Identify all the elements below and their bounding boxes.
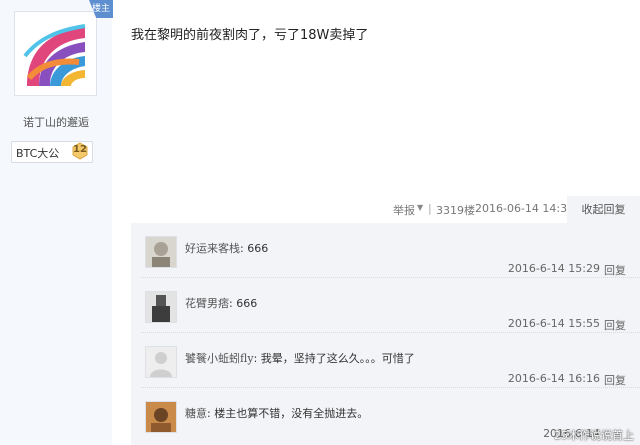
fan-badge[interactable]: BTC大公 12 <box>11 141 93 163</box>
comment-text: 饕餮小蚯蚓fly: 我晕，坚持了这么久。。。可惜了 <box>185 352 415 365</box>
avatar-image <box>19 16 92 91</box>
author-sidebar: 楼主 诺丁山的邂逅 BTC大公 12 <box>0 0 113 445</box>
comment-text: 好运来客栈: 666 <box>185 242 269 255</box>
comment-time: 2016-6-14 15:29 <box>507 262 600 275</box>
fan-badge-label: BTC大公 <box>16 147 60 160</box>
comment-body: 我晕，坚持了这么久。。。可惜了 <box>260 352 415 365</box>
comment-reply-link[interactable]: 回复 <box>604 372 626 388</box>
post-content: 我在黎明的前夜割肉了，亏了18W卖掉了 <box>131 28 369 43</box>
author-username[interactable]: 诺丁山的邂逅 <box>0 114 112 130</box>
comment-reply-link[interactable]: 回复 <box>604 262 626 278</box>
comment-time: 2016-6-14 15:55 <box>507 317 600 330</box>
comment-username[interactable]: 花臂男痞 <box>185 297 229 310</box>
meta-separator: | <box>428 202 432 215</box>
comment-body: 666 <box>247 242 269 255</box>
author-avatar[interactable] <box>14 11 97 96</box>
post-time: 2016-06-14 14:32 <box>475 202 575 215</box>
comment-item: 饕餮小蚯蚓fly: 我晕，坚持了这么久。。。可惜了 2016-6-14 16:1… <box>131 333 640 388</box>
comment-username[interactable]: 糖意 <box>185 407 207 420</box>
comment-avatar[interactable] <box>145 346 177 378</box>
comment-text: 花臂男痞: 666 <box>185 297 258 310</box>
comment-body: 666 <box>236 297 258 310</box>
comment-avatar[interactable] <box>145 401 177 433</box>
report-link[interactable]: 举报 <box>393 202 415 218</box>
comment-avatar[interactable] <box>145 236 177 268</box>
floor-number: 3319楼 <box>436 204 475 217</box>
comment-body: 楼主也算不错，没有全抛进去。 <box>214 407 369 420</box>
fan-level-icon: 12 <box>70 141 90 161</box>
collapse-replies-button[interactable]: 收起回复 <box>567 196 640 223</box>
comment-avatar[interactable] <box>145 291 177 323</box>
comment-time: 2016-6-14 16:16 <box>507 372 600 385</box>
comment-list: 好运来客栈: 666 2016-6-14 15:29 回复 花臂男痞: 666 … <box>131 223 640 445</box>
comment-text: 糖意: 楼主也算不错，没有全抛进去。 <box>185 407 369 420</box>
comment-reply-link[interactable]: 回复 <box>604 317 626 333</box>
fan-level-number: 12 <box>73 144 87 155</box>
comment-item: 花臂男痞: 666 2016-6-14 15:55 回复 <box>131 278 640 333</box>
watermark: 25木作说说首上 <box>554 429 634 442</box>
comment-username[interactable]: 好运来客栈 <box>185 242 240 255</box>
comment-username[interactable]: 饕餮小蚯蚓fly <box>185 352 254 365</box>
comment-item: 好运来客栈: 666 2016-6-14 15:29 回复 <box>131 223 640 278</box>
report-dropdown-icon[interactable]: ▼ <box>417 203 423 212</box>
